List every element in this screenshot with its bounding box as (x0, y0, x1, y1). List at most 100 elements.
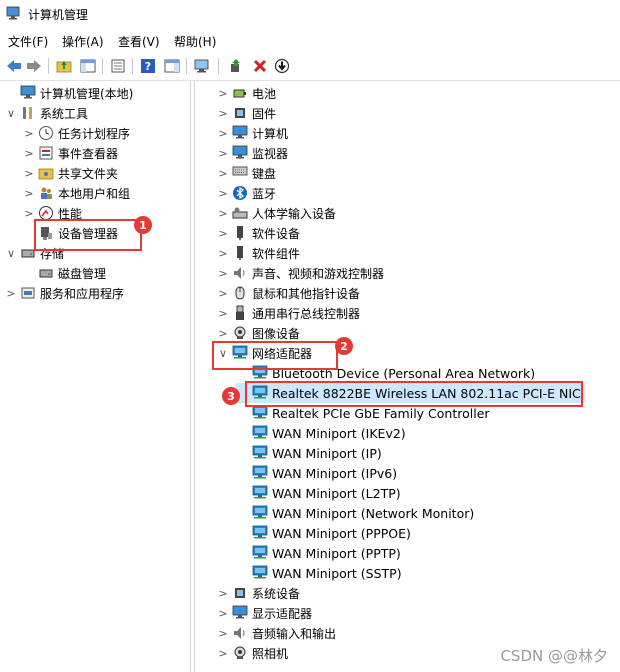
chevron-right-icon[interactable]: > (22, 147, 36, 160)
chevron-right-icon[interactable]: > (22, 127, 36, 140)
chevron-right-icon[interactable]: > (216, 627, 230, 640)
chevron-right-icon[interactable]: > (22, 207, 36, 220)
chevron-right-icon[interactable]: > (216, 227, 230, 240)
chevron-right-icon[interactable]: > (216, 147, 230, 160)
network-adapter-item[interactable]: WAN Miniport (Network Monitor) (236, 503, 474, 523)
device-tree-label: WAN Miniport (Network Monitor) (272, 505, 475, 521)
properties-icon[interactable] (108, 56, 128, 76)
chevron-right-icon[interactable]: > (4, 287, 18, 300)
device-category-item[interactable]: > 通用串行总线控制器 (216, 303, 360, 323)
window-title: 计算机管理 (28, 8, 89, 22)
device-category-item[interactable]: > 键盘 (216, 163, 276, 183)
device-category-item[interactable]: > 蓝牙 (216, 183, 276, 203)
uninstall-x-icon[interactable] (250, 56, 270, 76)
help-icon[interactable]: ? (138, 56, 158, 76)
network-adapter-icon (252, 425, 268, 441)
device-tree-label: 键盘 (252, 166, 277, 181)
left-tree-item[interactable]: 计算机管理(本地) (4, 83, 133, 103)
chevron-right-icon[interactable]: > (216, 107, 230, 120)
menu-view[interactable]: 查看(V) (118, 33, 160, 50)
device-tree-label: Realtek PCIe GbE Family Controller (272, 405, 490, 421)
device-tree-label: WAN Miniport (PPTP) (272, 545, 401, 561)
left-tree-item[interactable]: 磁盘管理 (22, 263, 106, 283)
device-tree-label: 系统设备 (252, 586, 301, 601)
chevron-right-icon[interactable]: > (216, 587, 230, 600)
network-adapter-item[interactable]: WAN Miniport (SSTP) (236, 563, 402, 583)
chevron-right-icon[interactable]: > (216, 307, 230, 320)
callout-badge-1: 1 (134, 216, 152, 234)
device-category-item[interactable]: > 人体学输入设备 (216, 203, 336, 223)
device-category-item[interactable]: > 音频输入和输出 (216, 623, 336, 643)
device-category-item[interactable]: > 显示适配器 (216, 603, 312, 623)
device-category-item[interactable]: > 固件 (216, 103, 276, 123)
menu-bar: 文件(F) 操作(A) 查看(V) 帮助(H) (0, 30, 620, 52)
services-icon (20, 285, 36, 301)
computer-icon (232, 125, 248, 141)
menu-file[interactable]: 文件(F) (8, 33, 48, 50)
left-tree-item[interactable]: > 事件查看器 (22, 143, 118, 163)
network-adapter-item[interactable]: WAN Miniport (L2TP) (236, 483, 401, 503)
chevron-right-icon[interactable]: > (216, 247, 230, 260)
chevron-right-icon[interactable]: > (216, 127, 230, 140)
device-category-item[interactable]: > 系统设备 (216, 583, 300, 603)
up-folder-icon[interactable] (54, 56, 74, 76)
webcam-icon (232, 645, 248, 661)
chevron-right-icon[interactable]: > (216, 327, 230, 340)
scan-hardware-icon[interactable] (192, 56, 212, 76)
chevron-right-icon[interactable]: > (22, 187, 36, 200)
device-category-item[interactable]: > 声音、视频和游戏控制器 (216, 263, 384, 283)
callout-box-network-adapters (212, 341, 338, 370)
device-category-item[interactable]: > 软件组件 (216, 243, 300, 263)
left-tree-label: 服务和应用程序 (40, 286, 125, 301)
left-tree-item[interactable]: > 本地用户和组 (22, 183, 130, 203)
device-category-item[interactable]: > 照相机 (216, 643, 288, 663)
menu-action[interactable]: 操作(A) (62, 33, 104, 50)
chevron-right-icon[interactable]: > (216, 647, 230, 660)
camera-icon (232, 325, 248, 341)
update-driver-icon[interactable] (226, 56, 246, 76)
device-tree-label: 计算机 (252, 126, 289, 141)
left-tree-item[interactable]: > 服务和应用程序 (4, 283, 124, 303)
device-category-item[interactable]: > 电池 (216, 83, 276, 103)
chevron-right-icon[interactable]: > (216, 87, 230, 100)
keyboard-icon (232, 165, 248, 181)
back-arrow-icon[interactable] (4, 56, 24, 76)
device-category-item[interactable]: > 计算机 (216, 123, 288, 143)
network-adapter-item[interactable]: WAN Miniport (PPPOE) (236, 523, 411, 543)
title-bar: 计算机管理 (0, 0, 620, 28)
left-tree-label: 磁盘管理 (58, 266, 107, 281)
chevron-down-icon[interactable]: ∨ (4, 247, 18, 260)
chevron-right-icon[interactable]: > (216, 207, 230, 220)
action-pane-icon[interactable] (162, 56, 182, 76)
device-category-item[interactable]: > 监视器 (216, 143, 288, 163)
left-tree-label: 事件查看器 (58, 146, 119, 161)
device-tree-label: 电池 (252, 86, 277, 101)
chevron-right-icon[interactable]: > (216, 267, 230, 280)
network-adapter-item[interactable]: WAN Miniport (PPTP) (236, 543, 401, 563)
disable-device-icon[interactable] (272, 56, 292, 76)
battery-icon (232, 85, 248, 101)
hid-icon (232, 205, 248, 221)
device-category-item[interactable]: > 图像设备 (216, 323, 300, 343)
network-adapter-item[interactable]: WAN Miniport (IPv6) (236, 463, 397, 483)
callout-badge-2: 2 (335, 337, 353, 355)
left-tree-item[interactable]: ∨ 系统工具 (4, 103, 88, 123)
chevron-right-icon[interactable]: > (216, 167, 230, 180)
chevron-down-icon[interactable]: ∨ (4, 107, 18, 120)
left-tree-item[interactable]: > 任务计划程序 (22, 123, 130, 143)
show-hide-tree-icon[interactable] (78, 56, 98, 76)
forward-arrow-icon[interactable] (24, 56, 44, 76)
chevron-right-icon[interactable]: > (216, 187, 230, 200)
network-adapter-item[interactable]: WAN Miniport (IP) (236, 443, 382, 463)
device-tree-label: 固件 (252, 106, 277, 121)
network-adapter-item[interactable]: WAN Miniport (IKEv2) (236, 423, 406, 443)
device-category-item[interactable]: > 软件设备 (216, 223, 300, 243)
menu-help[interactable]: 帮助(H) (174, 33, 216, 50)
monitor-icon (232, 145, 248, 161)
left-tree-item[interactable]: > 共享文件夹 (22, 163, 118, 183)
chevron-right-icon[interactable]: > (216, 287, 230, 300)
chevron-right-icon[interactable]: > (22, 167, 36, 180)
clock-icon (38, 125, 54, 141)
chevron-right-icon[interactable]: > (216, 607, 230, 620)
device-category-item[interactable]: > 鼠标和其他指针设备 (216, 283, 360, 303)
